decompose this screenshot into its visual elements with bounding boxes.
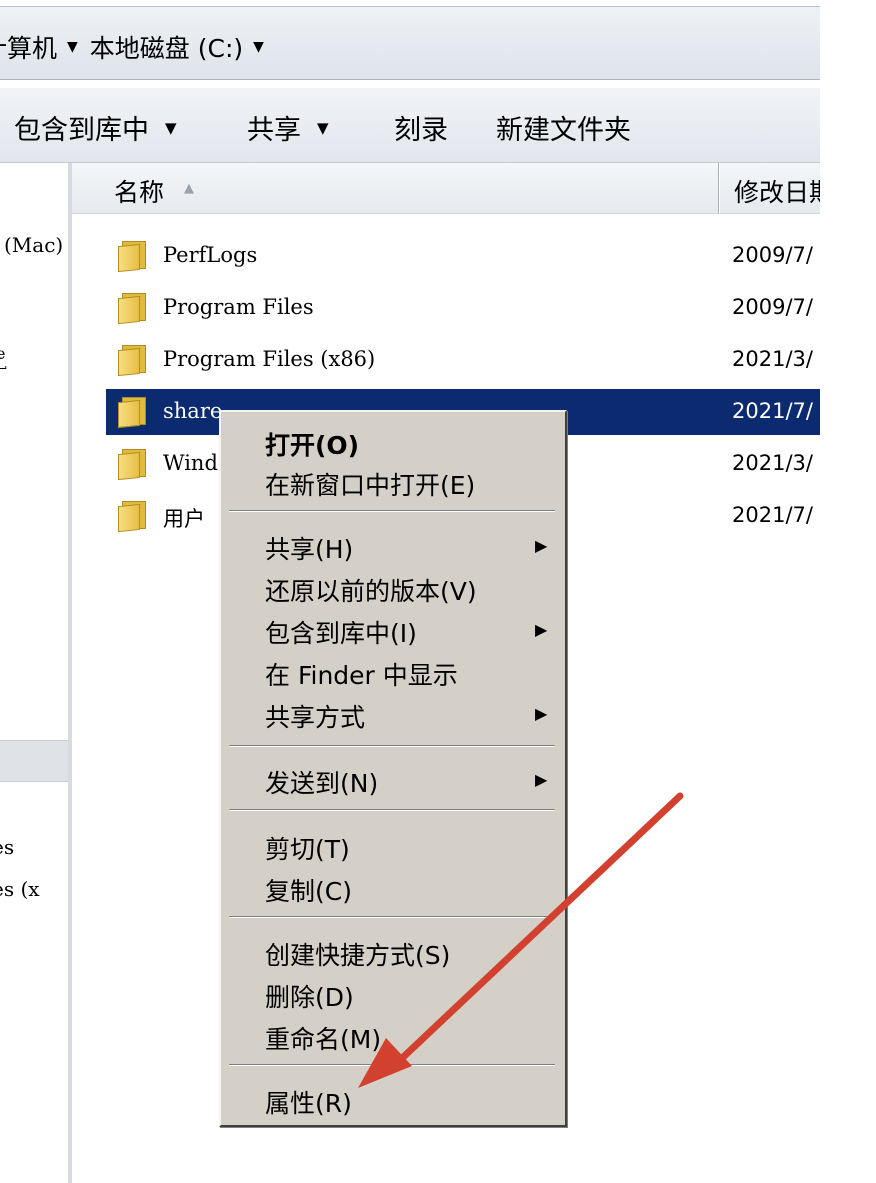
menu-item-label: 重命名(M) — [265, 1025, 382, 1054]
nav-item-program-files[interactable]: es — [0, 835, 14, 859]
menu-item-label: 复制(C) — [265, 877, 352, 906]
menu-separator — [229, 809, 555, 811]
menu-separator — [229, 745, 555, 747]
menu-item-label: 在新窗口中打开(E) — [265, 471, 476, 500]
breadcrumb-local-disk[interactable]: 本地磁盘 (C:) — [90, 29, 243, 65]
include-library-button[interactable]: 包含到库中 ▼ — [14, 108, 177, 147]
menu-item-share[interactable]: 共享(H) ▶ — [221, 526, 565, 566]
folder-icon — [118, 397, 148, 429]
column-header-name[interactable]: 名称 ▲ — [72, 163, 719, 213]
menu-item-open[interactable]: 打开(O) — [221, 422, 565, 462]
burn-label: 刻录 — [394, 115, 448, 146]
menu-item-send-to[interactable]: 发送到(N) ▶ — [221, 760, 565, 800]
nav-item-partial[interactable]: e L — [0, 346, 7, 373]
new-folder-label: 新建文件夹 — [496, 115, 631, 146]
chevron-right-icon: ▶ — [535, 770, 548, 789]
chevron-down-icon[interactable]: ▼ — [67, 39, 78, 55]
file-date: 2009/7/ — [732, 295, 813, 319]
menu-item-open-new-window[interactable]: 在新窗口中打开(E) — [221, 462, 565, 502]
breadcrumb: 计算机 ▼ 本地磁盘 (C:) ▼ — [0, 29, 276, 65]
chevron-right-icon: ▶ — [535, 704, 548, 723]
chevron-right-icon: ▶ — [535, 620, 548, 639]
context-menu: 打开(O) 在新窗口中打开(E) 共享(H) ▶ 还原以前的版本(V) 包含到库… — [219, 410, 567, 1127]
menu-item-include-library[interactable]: 包含到库中(I) ▶ — [221, 610, 565, 650]
chevron-right-icon: ▶ — [535, 536, 548, 555]
breadcrumb-computer[interactable]: 计算机 — [0, 29, 57, 65]
column-header-date[interactable]: 修改日期 — [720, 163, 820, 213]
column-date-label: 修改日期 — [734, 178, 820, 207]
share-button[interactable]: 共享 ▼ — [247, 108, 329, 147]
menu-item-label: 发送到(N) — [265, 769, 379, 798]
menu-item-copy[interactable]: 复制(C) — [221, 868, 565, 908]
menu-separator — [229, 1064, 555, 1066]
chevron-down-icon: ▼ — [165, 118, 177, 137]
folder-icon — [118, 449, 148, 481]
file-date: 2009/7/ — [732, 243, 813, 267]
include-library-label: 包含到库中 — [14, 115, 149, 146]
file-date: 2021/3/ — [732, 451, 813, 475]
menu-separator — [229, 510, 555, 512]
file-date: 2021/3/ — [732, 347, 813, 371]
menu-item-properties[interactable]: 属性(R) — [221, 1080, 565, 1120]
chevron-down-icon[interactable]: ▼ — [253, 39, 264, 55]
menu-item-label: 还原以前的版本(V) — [265, 577, 477, 606]
menu-item-label: 删除(D) — [265, 983, 354, 1012]
file-row-program-files[interactable]: Program Files 2009/7/ — [106, 285, 820, 331]
nav-item-mac[interactable]: (Mac) — [4, 233, 63, 257]
folder-icon — [118, 241, 148, 273]
menu-item-show-in-finder[interactable]: 在 Finder 中显示 — [221, 652, 565, 692]
menu-item-rename[interactable]: 重命名(M) — [221, 1016, 565, 1056]
file-name: Program Files (x86) — [163, 347, 376, 371]
navigation-pane[interactable]: (Mac) e L es es (x — [0, 163, 72, 1183]
file-row-perflogs[interactable]: PerfLogs 2009/7/ — [106, 233, 820, 279]
nav-item-program-files-x86[interactable]: es (x — [0, 877, 40, 901]
column-name-label: 名称 — [114, 178, 165, 207]
command-bar: 包含到库中 ▼ 共享 ▼ 刻录 新建文件夹 — [0, 88, 820, 163]
sort-up-icon: ▲ — [184, 181, 194, 196]
menu-item-label: 包含到库中(I) — [265, 619, 417, 648]
chevron-down-icon: ▼ — [317, 118, 329, 137]
file-name: 用户 — [163, 507, 205, 531]
file-name: PerfLogs — [163, 243, 258, 267]
file-date: 2021/7/ — [732, 503, 813, 527]
menu-item-restore-versions[interactable]: 还原以前的版本(V) — [221, 568, 565, 608]
menu-item-label: 剪切(T) — [265, 835, 350, 864]
folder-icon — [118, 293, 148, 325]
file-row-program-files-x86[interactable]: Program Files (x86) 2021/3/ — [106, 337, 820, 383]
menu-item-cut[interactable]: 剪切(T) — [221, 826, 565, 866]
menu-item-label: 共享方式 — [265, 703, 366, 732]
address-bar[interactable]: 计算机 ▼ 本地磁盘 (C:) ▼ — [0, 6, 820, 80]
folder-icon — [118, 501, 148, 533]
file-name: share — [163, 399, 223, 423]
menu-item-label: 打开(O) — [265, 431, 360, 460]
nav-group-header[interactable] — [0, 740, 68, 782]
column-header-bar: 名称 ▲ 修改日期 — [72, 163, 820, 214]
menu-item-label: 在 Finder 中显示 — [265, 661, 458, 690]
folder-icon — [118, 345, 148, 377]
share-label: 共享 — [247, 115, 301, 146]
file-name: Program Files — [163, 295, 314, 319]
file-date: 2021/7/ — [732, 399, 813, 423]
nav-item-partial-text-2: L — [0, 354, 7, 373]
burn-button[interactable]: 刻录 — [394, 108, 448, 147]
menu-item-label: 属性(R) — [265, 1089, 352, 1118]
menu-item-create-shortcut[interactable]: 创建快捷方式(S) — [221, 932, 565, 972]
menu-item-share-with[interactable]: 共享方式 ▶ — [221, 694, 565, 734]
menu-item-delete[interactable]: 删除(D) — [221, 974, 565, 1014]
menu-item-label: 共享(H) — [265, 535, 354, 564]
menu-separator — [229, 916, 555, 918]
new-folder-button[interactable]: 新建文件夹 — [496, 108, 631, 147]
menu-item-label: 创建快捷方式(S) — [265, 941, 451, 970]
